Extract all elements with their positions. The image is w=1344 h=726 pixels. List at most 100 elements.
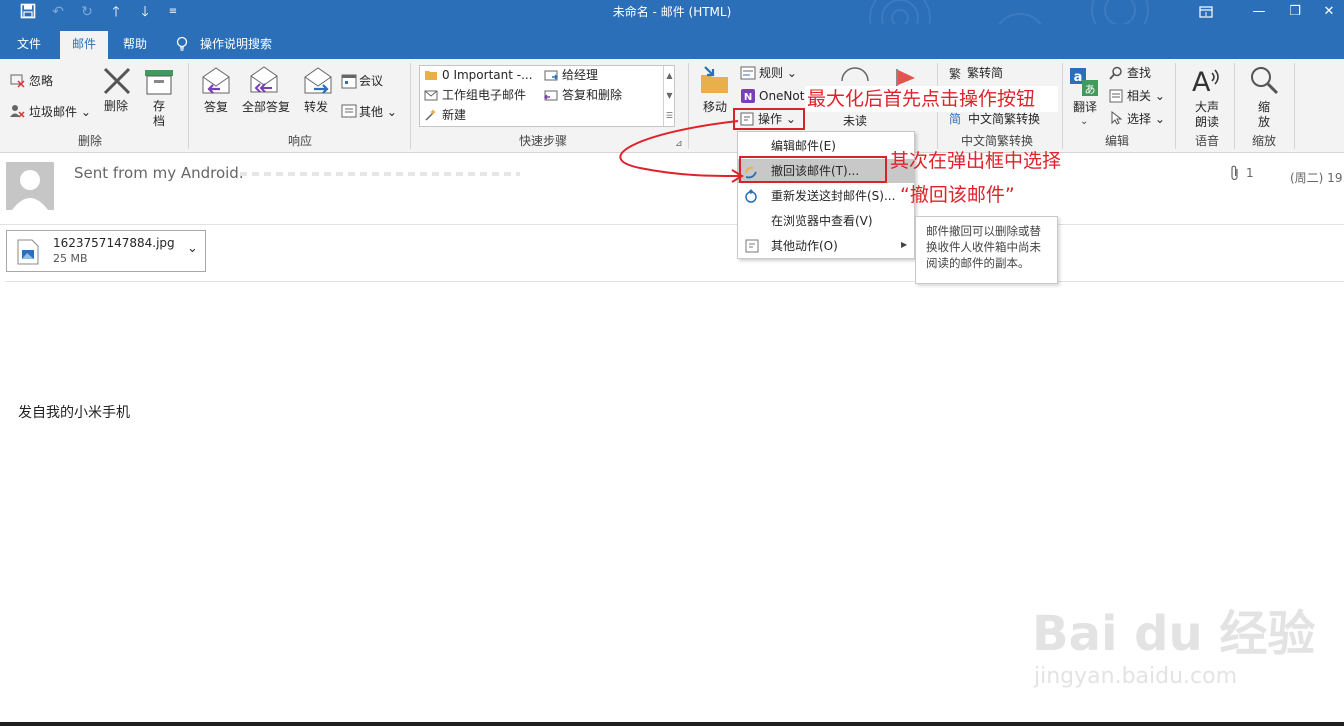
other-actions-icon [745,239,759,256]
svg-text:繁: 繁 [949,66,961,80]
minimize-button[interactable]: — [1242,0,1276,24]
reply-icon [200,65,232,100]
more-respond-button[interactable]: 其他 ⌄ [359,105,397,119]
translate-button[interactable]: 翻译 [1073,100,1097,114]
unread-button[interactable]: 未读 [843,114,867,128]
menu-item-edit-message[interactable]: 编辑邮件(E) [738,134,914,158]
archive-label-1[interactable]: 存 [153,99,165,113]
chinese-convert-button[interactable]: 中文简繁转换 [968,112,1040,126]
separator [1234,63,1235,149]
new-quick-step-icon [424,108,438,125]
speech-group-label: 语音 [1194,134,1219,148]
archive-icon [143,68,175,99]
tab-mail[interactable]: 邮件 [60,31,108,59]
to-simplified-button[interactable]: 繁转简 [967,66,1003,80]
annotation-step1: 最大化后首先点击操作按钮 [807,88,1036,110]
title-bar: ↶ ↻ 🡑 🡓 ≡ 未命名 - 邮件 (HTML) — ❐ ✕ [0,0,1344,59]
quick-step-new[interactable]: 新建 [442,108,466,122]
select-button[interactable]: 选择 ⌄ [1127,112,1165,126]
more-respond-icon [341,103,357,122]
menu-item-resend[interactable]: 重新发送这封邮件(S)... [738,184,914,208]
folder-icon [424,68,438,85]
move-button[interactable]: 移动 [703,100,727,114]
attachment-count: 1 [1246,166,1254,180]
menu-item-other-actions[interactable]: 其他动作(O) [738,234,914,258]
junk-icon [9,103,25,122]
attachment-chip[interactable]: 1623757147884.jpg 25 MB ⌄ [6,230,206,272]
svg-text:简: 简 [949,112,961,125]
annotation-step2: 其次在弹出框中选择 [890,150,1062,172]
rules-label: 规则 [759,66,784,80]
close-button[interactable]: ✕ [1312,0,1344,24]
zoom-group-label: 缩放 [1251,134,1276,148]
paperclip-icon [1230,165,1240,184]
image-file-icon [17,239,39,268]
message-body: 发自我的小米手机 [18,405,130,421]
tab-help[interactable]: 帮助 [115,31,155,59]
redacted-recipients [240,172,520,176]
ignore-icon [9,72,25,91]
to-manager-icon [544,68,558,85]
select-cursor-icon [1109,110,1123,128]
rules-icon [740,66,756,83]
zoom-label-1[interactable]: 缩 [1258,100,1270,114]
forward-button[interactable]: 转发 [304,100,328,114]
attachment-dropdown-icon[interactable]: ⌄ [187,241,198,256]
submenu-arrow-icon: ▶ [901,240,908,249]
separator [188,63,189,149]
tell-me-search[interactable]: 操作说明搜索 [200,31,276,59]
svg-text:A: A [1192,67,1211,95]
watermark-brand: Bai du 经验 [1032,606,1316,662]
read-aloud-label-1[interactable]: 大声 [1195,100,1219,114]
annotation-arrow [619,120,744,183]
quick-step-team-email[interactable]: 工作组电子邮件 [442,88,526,102]
ignore-button[interactable]: 忽略 [29,74,53,88]
find-button[interactable]: 查找 [1127,66,1151,80]
zoom-label-2[interactable]: 放 [1258,115,1270,129]
sent-date: (周二) 19: [1290,171,1344,185]
reading-pane: Sent from my Android. 1 (周二) 19: 1623757… [0,154,1344,726]
quick-step-important[interactable]: 0 Important -... [442,68,533,82]
related-label: 相关 [1127,89,1152,103]
attachment-name: 1623757147884.jpg [53,236,175,250]
convert-icon: 简 [949,111,965,128]
separator [410,63,411,149]
zoom-icon [1249,65,1279,98]
reply-all-button[interactable]: 全部答复 [242,100,290,114]
delete-button[interactable]: 删除 [104,99,128,113]
reply-button[interactable]: 答复 [204,100,228,114]
menu-item-view-in-browser[interactable]: 在浏览器中查看(V) [738,209,914,233]
separator [1294,63,1295,149]
rules-button[interactable]: 规则 ⌄ [759,66,797,80]
junk-button[interactable]: 垃圾邮件 ⌄ [29,105,91,119]
restore-button[interactable]: ❐ [1278,0,1312,24]
quick-steps-group-label: 快速步骤 [518,134,567,148]
onenote-button[interactable]: OneNote [759,89,812,103]
tab-file[interactable]: 文件 [10,31,48,59]
svg-text:N: N [744,92,752,103]
divider [5,281,1344,282]
translate-dropdown-icon[interactable]: ⌄ [1080,116,1088,127]
actions-menu: 编辑邮件(E) 撤回该邮件(T)... 重新发送这封邮件(S)... 在浏览器中… [737,131,915,259]
bottom-edge [0,722,1344,726]
quick-step-reply-delete[interactable]: 答复和删除 [562,88,622,102]
separator [1175,63,1176,149]
respond-group-label: 响应 [287,134,312,148]
archive-label-2[interactable]: 档 [153,114,165,128]
lightbulb-icon [175,36,189,55]
quick-step-to-manager[interactable]: 给经理 [562,68,598,82]
attachment-size: 25 MB [53,252,88,265]
ribbon-display-button[interactable] [1189,0,1223,24]
divider [0,224,1344,225]
translate-icon: aあ [1069,67,1099,100]
meeting-icon [341,73,357,92]
read-aloud-label-2[interactable]: 朗读 [1195,115,1219,129]
delete-icon [101,67,133,98]
ribbon-tab-bar: 文件 邮件 帮助 操作说明搜索 [0,24,1344,59]
outlook-message-window: ↶ ↻ 🡑 🡓 ≡ 未命名 - 邮件 (HTML) — ❐ ✕ 文件 邮件 帮助… [0,0,1344,726]
related-button[interactable]: 相关 ⌄ [1127,89,1165,103]
meeting-button[interactable]: 会议 [359,74,383,88]
annotation-step3: “撤回该邮件” [900,184,1015,206]
svg-text:a: a [1074,70,1083,85]
gallery-scroll[interactable]: ▲ ▼ ☰ [663,66,675,126]
